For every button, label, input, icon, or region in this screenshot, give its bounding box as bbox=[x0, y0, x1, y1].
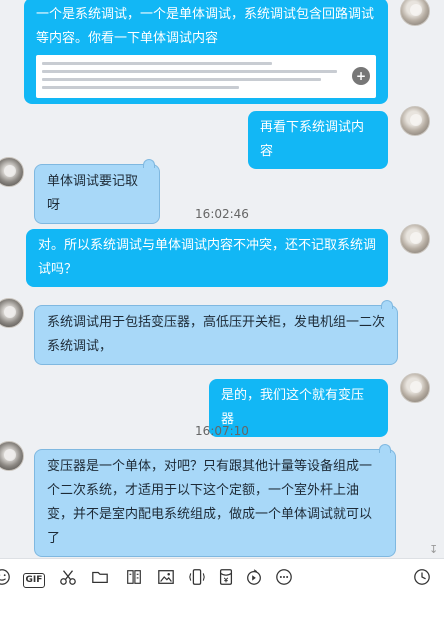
message-text: 系统调试用于包括变压器，高低压开关柜，发电机组一二次系统调试， bbox=[47, 315, 386, 354]
input-toolbar: GIF bbox=[0, 558, 444, 594]
message-input[interactable] bbox=[0, 594, 444, 640]
image-icon[interactable] bbox=[156, 567, 176, 587]
chat-history[interactable]: 一个是系统调试，一个是单体调试，系统调试包含回路调试等内容。你看一下单体调试内容… bbox=[0, 0, 444, 558]
folder-icon[interactable] bbox=[90, 567, 110, 587]
timestamp: 16:02:46 bbox=[195, 207, 249, 221]
scroll-down-icon[interactable]: ↧ bbox=[429, 543, 438, 556]
avatar-self[interactable] bbox=[400, 0, 430, 26]
message-bubble-self[interactable]: 对。所以系统调试与单体调试内容不冲突，还不记取系统调试吗？ bbox=[26, 229, 388, 287]
doc-icon[interactable] bbox=[124, 567, 144, 587]
emoji-icon[interactable] bbox=[0, 567, 12, 587]
message-text: 对。所以系统调试与单体调试内容不冲突，还不记取系统调试吗？ bbox=[38, 238, 377, 277]
voice-icon[interactable] bbox=[244, 567, 264, 587]
message-bubble-self[interactable]: 再看下系统调试内容 bbox=[248, 111, 388, 169]
message-bubble-contact[interactable]: 系统调试用于包括变压器，高低压开关柜，发电机组一二次系统调试， bbox=[34, 300, 398, 365]
avatar-contact[interactable] bbox=[0, 441, 24, 471]
red-packet-icon[interactable] bbox=[216, 567, 236, 587]
scissors-icon[interactable] bbox=[58, 567, 78, 587]
shake-icon[interactable] bbox=[187, 567, 207, 587]
avatar-self[interactable] bbox=[400, 106, 430, 136]
message-bubble-contact[interactable]: 变压器是一个单体，对吧？只有跟其他计量等设备组成一个二次系统，才适用于以下这个定… bbox=[34, 444, 396, 557]
avatar-self[interactable] bbox=[400, 373, 430, 403]
gif-icon[interactable]: GIF bbox=[22, 567, 46, 588]
message-text: 一个是系统调试，一个是单体调试，系统调试包含回路调试等内容。你看一下单体调试内容 bbox=[36, 7, 375, 46]
message-text: 再看下系统调试内容 bbox=[260, 120, 365, 159]
attached-document-image[interactable]: + bbox=[36, 55, 376, 98]
message-text: 变压器是一个单体，对吧？只有跟其他计量等设备组成一个二次系统，才适用于以下这个定… bbox=[47, 459, 373, 546]
history-icon[interactable] bbox=[412, 567, 432, 587]
more-icon[interactable] bbox=[274, 567, 294, 587]
avatar-contact[interactable] bbox=[0, 157, 24, 187]
zoom-in-icon[interactable]: + bbox=[352, 67, 370, 85]
avatar-contact[interactable] bbox=[0, 298, 24, 328]
timestamp: 16:07:10 bbox=[195, 424, 249, 438]
avatar-self[interactable] bbox=[400, 224, 430, 254]
message-bubble-self[interactable]: 一个是系统调试，一个是单体调试，系统调试包含回路调试等内容。你看一下单体调试内容… bbox=[24, 0, 388, 104]
